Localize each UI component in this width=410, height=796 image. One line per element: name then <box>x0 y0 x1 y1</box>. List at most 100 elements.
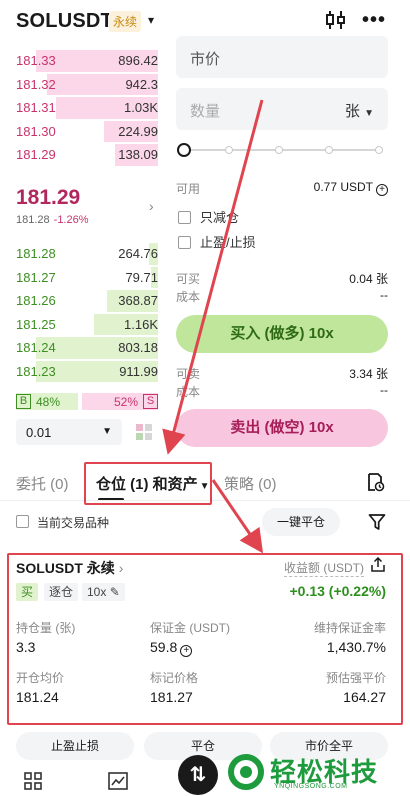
bid-price: 181.27 <box>16 269 56 285</box>
history-icon[interactable] <box>365 472 385 492</box>
ask-price: 181.30 <box>16 123 56 139</box>
ask-row[interactable]: 181.29 138.09 <box>16 143 158 167</box>
quantity-placeholder: 数量 <box>190 103 221 120</box>
bid-row[interactable]: 181.23 911.99 <box>16 360 158 384</box>
order-type-field[interactable]: 市价 <box>176 36 388 78</box>
can-buy-value: 0.04 张 <box>349 272 388 286</box>
orderbook-bids: 181.28 264.76 181.27 79.71 181.26 368.87 181.2… <box>16 242 158 383</box>
ask-price: 181.33 <box>16 53 56 68</box>
bid-quantity: 803.18 <box>118 340 158 355</box>
orderbook-asks: 181.33 896.42 181.32 942.3 181.31 1.03K 181.30… <box>16 49 158 167</box>
slider-handle[interactable] <box>177 143 191 157</box>
annotation-box-tab <box>84 462 212 505</box>
available-label: 可用 <box>176 182 201 196</box>
precision-select[interactable]: 0.01 ▼ <box>16 419 122 445</box>
symbol-title[interactable]: SOLUSDT <box>16 10 113 33</box>
ask-price: 181.29 <box>16 147 56 162</box>
bid-price: 181.23 <box>16 363 56 379</box>
bid-row[interactable]: 181.24 803.18 <box>16 336 158 360</box>
caret-down-icon: ▼ <box>364 108 374 119</box>
bid-quantity: 911.99 <box>119 363 158 379</box>
slider-step[interactable] <box>275 146 283 154</box>
can-sell-value: 3.34 张 <box>349 367 388 381</box>
order-type: 市价 <box>190 51 221 68</box>
sell-short-button[interactable]: 卖出 (做空) 10x <box>176 409 388 447</box>
grid-menu-icon[interactable] <box>24 772 42 790</box>
ask-quantity: 224.99 <box>118 123 158 139</box>
ask-quantity: 896.42 <box>118 53 158 68</box>
slider-step[interactable] <box>225 146 233 154</box>
sell-ratio: 52% <box>113 395 138 409</box>
ask-price: 181.32 <box>16 76 56 92</box>
price-change: -1.26% <box>53 214 89 226</box>
annotation-box-position <box>7 553 403 725</box>
watermark-ring-icon <box>228 754 264 790</box>
orderbook-layout-icon[interactable] <box>135 423 153 441</box>
ask-quantity: 138.09 <box>118 147 158 162</box>
slider-step[interactable] <box>375 146 383 154</box>
checkbox-box <box>178 211 191 224</box>
slider-step[interactable] <box>325 146 333 154</box>
reduce-only-label: 只减仓 <box>200 210 240 225</box>
filter-icon[interactable] <box>368 513 386 531</box>
cost2-value: -- <box>380 383 388 397</box>
tp-sl-label: 止盈/止损 <box>200 235 256 250</box>
watermark-subtext: YNQINGSONG.COM <box>274 783 348 790</box>
bid-row[interactable]: 181.28 264.76 <box>16 242 158 266</box>
bid-quantity: 264.76 <box>118 246 158 261</box>
bid-quantity: 79.71 <box>125 269 158 285</box>
slider-track <box>183 149 383 151</box>
tab-orders[interactable]: 委托 (0) <box>16 473 69 494</box>
last-price: 181.29 <box>16 186 81 209</box>
reduce-only-checkbox[interactable]: 只减仓 <box>178 207 239 226</box>
line-chart-icon[interactable] <box>108 772 128 790</box>
candlestick-chart-icon[interactable] <box>324 8 348 32</box>
sell-label: S <box>143 394 158 409</box>
checkbox-box <box>178 236 191 249</box>
bid-price: 181.25 <box>16 316 56 332</box>
ask-row[interactable]: 181.33 896.42 <box>16 49 158 73</box>
cost-value: -- <box>380 288 388 302</box>
chevron-right-icon[interactable]: › <box>149 198 154 214</box>
close-all-button[interactable]: 一键平仓 <box>262 508 340 536</box>
bid-row[interactable]: 181.26 368.87 <box>16 289 158 313</box>
cost-label: 成本 <box>176 290 201 304</box>
buy-long-button[interactable]: 买入 (做多) 10x <box>176 315 388 353</box>
can-sell-label: 可卖 <box>176 367 201 381</box>
bid-price: 181.28 <box>16 246 56 261</box>
available-value-row: 0.77 USDT + <box>314 180 388 196</box>
bid-price: 181.24 <box>16 340 56 355</box>
tp-sl-checkbox[interactable]: 止盈/止损 <box>178 232 256 251</box>
bid-quantity: 368.87 <box>118 293 158 308</box>
perpetual-badge: 永续 <box>109 11 142 32</box>
cost2-label: 成本 <box>176 385 201 399</box>
bid-price: 181.26 <box>16 293 56 308</box>
can-buy-label: 可买 <box>176 272 201 286</box>
ask-row[interactable]: 181.31 1.03K <box>16 96 158 120</box>
chevron-down-icon: ▼ <box>102 426 112 437</box>
mark-price: 181.28 <box>16 214 50 226</box>
current-symbol-checkbox[interactable] <box>16 515 29 528</box>
ask-quantity: 1.03K <box>124 100 158 115</box>
mark-and-change: 181.28 -1.26% <box>16 214 89 226</box>
ask-row[interactable]: 181.32 942.3 <box>16 73 158 97</box>
quantity-field[interactable]: 数量 张 ▼ <box>176 88 388 130</box>
buy-label: B <box>16 394 31 409</box>
quantity-unit-select[interactable]: 张 ▼ <box>345 100 374 121</box>
buy-sell-ratio: B 48% 52% S <box>16 393 158 410</box>
tab-strategy[interactable]: 策略 (0) <box>224 473 277 494</box>
buy-ratio: 48% <box>36 395 61 409</box>
position-filter-row: 当前交易品种 一键平仓 <box>0 508 410 536</box>
add-funds-icon[interactable]: + <box>376 184 388 196</box>
quantity-slider[interactable] <box>177 143 387 157</box>
symbol-dropdown-caret[interactable]: ▾ <box>148 13 154 27</box>
ask-row[interactable]: 181.30 224.99 <box>16 120 158 144</box>
tp-sl-button[interactable]: 止盈止损 <box>16 732 134 760</box>
ask-price: 181.31 <box>16 100 56 115</box>
bid-row[interactable]: 181.25 1.16K <box>16 313 158 337</box>
more-dots-icon[interactable]: ••• <box>362 10 386 30</box>
ask-quantity: 942.3 <box>125 76 158 92</box>
bid-row[interactable]: 181.27 79.71 <box>16 266 158 290</box>
current-symbol-label: 当前交易品种 <box>37 516 110 530</box>
precision-value: 0.01 <box>26 425 52 440</box>
